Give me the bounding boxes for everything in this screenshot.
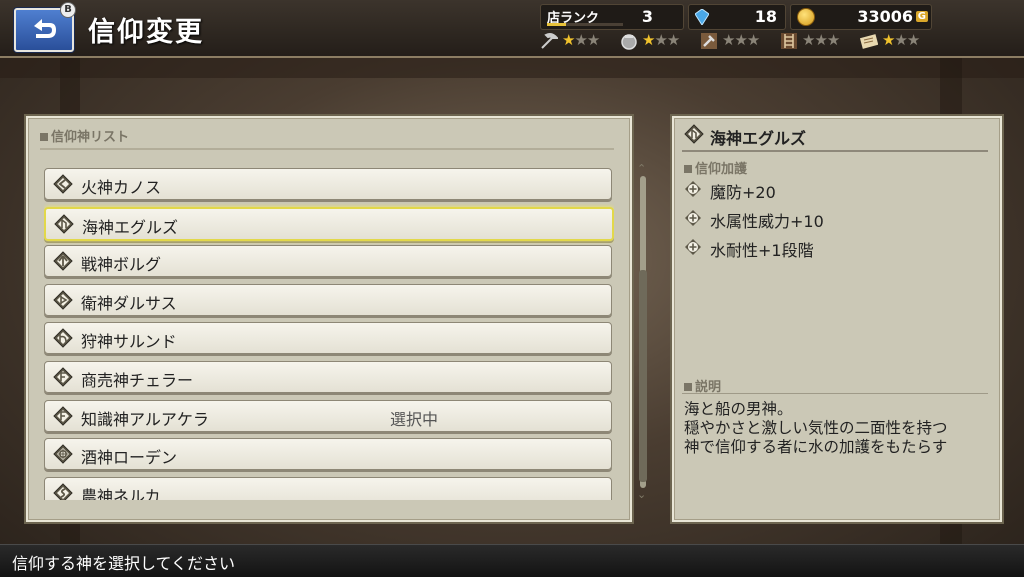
description-line: 穏やかさと激しい気性の二面性を持つ [684,419,948,437]
god-name: 戦神ボルグ [81,255,162,275]
water-god-icon [54,213,74,234]
shop-rank-value: 3 [641,7,653,26]
star-empty-icon: ★ [906,31,920,49]
shop-rank-progress [547,23,623,26]
star-filled-icon: ★ [562,31,575,49]
gold-amount: 33006 [857,7,913,26]
divider [682,393,988,394]
god-name: 知識神アルアケラ [81,409,209,429]
scroll-down-icon[interactable]: ⌄ [637,488,646,501]
trade-god-icon [53,367,73,387]
star-filled-icon: ★ [642,31,655,49]
star-empty-icon: ★ [814,31,827,49]
god-list-item[interactable]: 海神エグルズ [44,206,614,241]
star-rating: ★★★ [882,31,920,49]
top-bar: B 信仰変更 店ランク 3 18 33006 G ★★★ ★★★ ★★★ ★★★ ★★★ [0,0,1024,58]
god-list-item[interactable]: 狩神サルンド [44,322,612,355]
war-god-icon [53,251,73,271]
blessing-text: 水属性威力+10 [710,212,824,231]
pickaxe-icon [541,33,558,49]
scroll-up-icon[interactable]: ⌃ [637,162,646,175]
farm-god-icon [53,483,73,500]
god-list-panel: 信仰神リスト 火神カノス海神エグルズ 戦神ボルグ衛神ダルサス 狩神サルンド 商売神チェ… [26,116,647,522]
list-scrollbar[interactable]: ⌃ ⌄ [636,162,650,502]
star-empty-icon: ★ [586,31,600,49]
gem-count: 18 [754,7,777,26]
god-list-item[interactable]: 商売神チェラー [44,361,612,393]
god-name: 商売神チェラー [81,371,194,390]
star-empty-icon: ★ [802,31,815,49]
ladder-icon [781,33,797,49]
hammer-icon [701,33,717,49]
blessing-section-label: 信仰加護 [684,158,747,177]
coin-icon [797,8,815,26]
god-name: 酒神ローデン [81,448,178,468]
god-list: 火神カノス 海神エグルズ 戦神ボルグ 衛神ダルサス 狩神サルンド 商売神チェラー 知識神アル… [44,166,614,500]
star-rating: ★★★ [802,31,840,49]
shop-rank-box: 店ランク 3 [540,4,684,30]
god-status-label: 選択中 [390,409,439,429]
bottom-bar: 信仰する神を選択してください [0,544,1024,577]
god-list-item[interactable]: 戦神ボルグ [44,245,612,278]
god-list-item[interactable]: 酒神ローデン [44,438,612,471]
star-rating: ★★★ [562,31,600,49]
star-empty-icon: ★ [722,31,735,49]
blessing-plus-icon [685,239,701,255]
hint-text: 信仰する神を選択してください [12,554,236,573]
blessing-plus-icon [685,181,701,197]
star-empty-icon: ★ [666,31,680,49]
gold-box: 33006 G [790,4,932,30]
star-empty-icon: ★ [734,31,747,49]
back-arrow-icon [34,19,56,38]
water-god-icon [684,124,704,144]
god-list-item[interactable]: 衛神ダルサス [44,283,612,316]
blessing-text: 水耐性+1段階 [710,241,814,260]
description-text: 海と船の男神。 穏やかさと激しい気性の二面性を持つ 神で信仰する者に水の加護をもたら… [684,400,994,457]
star-empty-icon: ★ [826,31,840,49]
fire-god-icon [53,174,73,194]
god-list-item[interactable]: 知識神アルアケラ 選択中 [44,399,612,432]
wine-god-icon [53,444,73,464]
gem-box: 18 [688,4,786,30]
god-list-section-label: 信仰神リスト [40,126,129,145]
gem-icon [695,9,709,25]
star-rating: ★★★ [722,31,760,49]
divider [682,150,988,152]
god-list-item[interactable]: 火神カノス [44,168,612,200]
scroll-icon [860,34,878,49]
god-name: 農神ネルカ [81,486,161,500]
pot-icon [621,34,637,50]
god-detail-panel: 海神エグルズ 信仰加護 魔防+20 水属性威力+10 水耐性+1段階 説明 海と船の… [672,116,1002,522]
divider [40,148,614,150]
star-rating: ★★★ [642,31,680,49]
god-name: 火神カノス [81,178,162,197]
god-name: 海神エグルズ [82,217,179,237]
scroll-thumb[interactable] [639,270,647,482]
page-title: 信仰変更 [88,17,204,48]
god-name: 衛神ダルサス [81,293,177,313]
star-filled-icon: ★ [882,31,895,49]
craft-skill-row: ★★★ ★★★ ★★★ ★★★ ★★★ [540,31,940,51]
detail-god-name: 海神エグルズ [710,129,807,148]
b-key-badge: B [60,2,76,18]
description-line: 海と船の男神。 [684,400,793,418]
star-empty-icon: ★ [746,31,760,49]
hunt-god-icon [53,328,73,349]
blessing-text: 魔防+20 [710,183,776,202]
knowledge-god-icon [53,405,73,426]
god-name: 狩神サルンド [81,332,177,352]
star-empty-icon: ★ [574,31,587,49]
star-empty-icon: ★ [894,31,907,49]
star-empty-icon: ★ [654,31,667,49]
description-line: 神で信仰する者に水の加護をもたらす [684,438,948,456]
blessing-plus-icon [685,210,701,226]
guard-god-icon [53,290,73,310]
god-list-item[interactable]: 農神ネルカ [44,476,612,500]
gold-unit: G [915,11,928,22]
